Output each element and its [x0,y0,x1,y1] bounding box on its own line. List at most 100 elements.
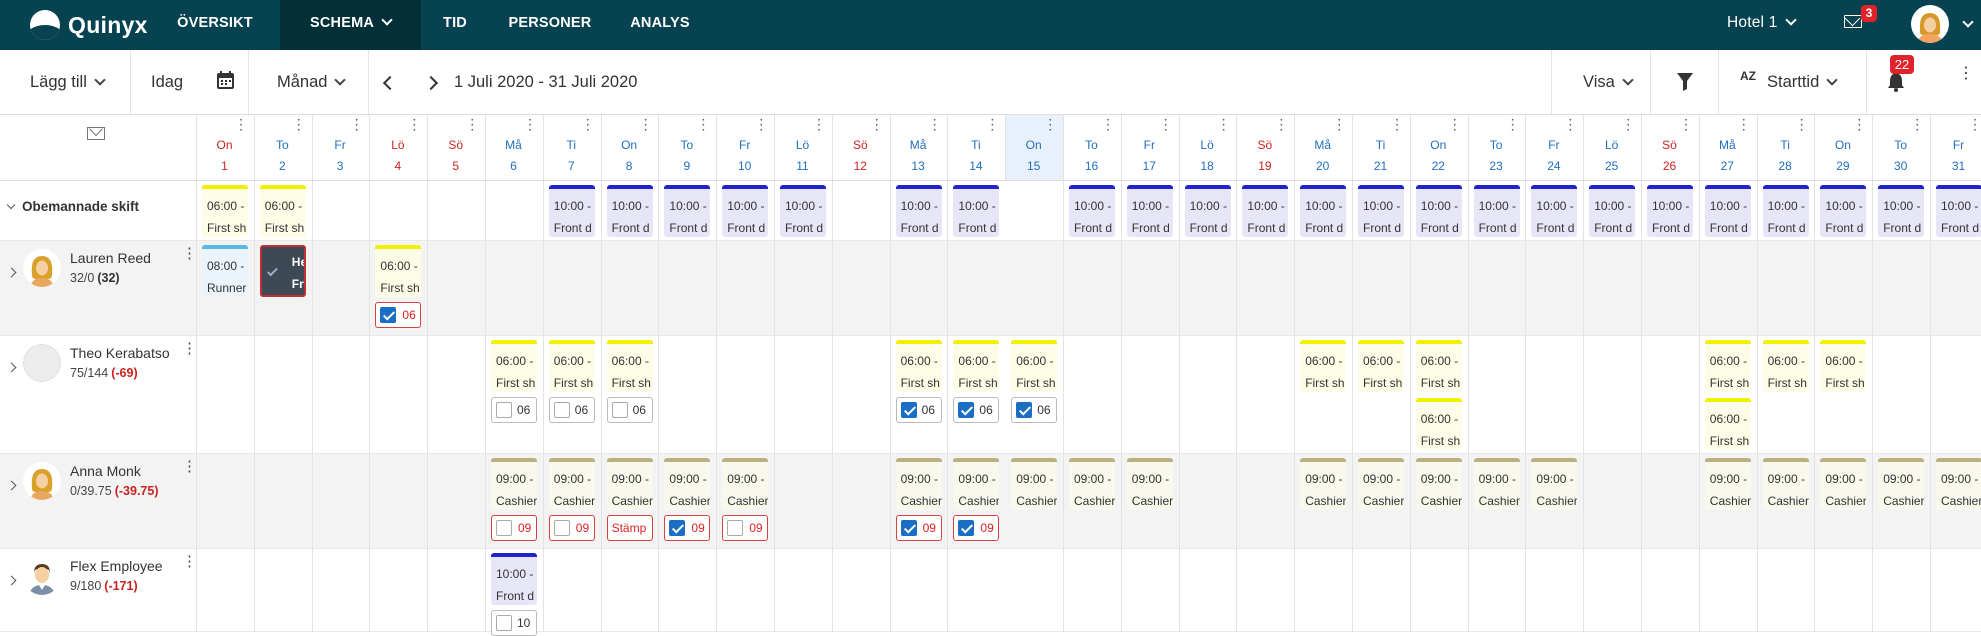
shift-card[interactable]: 06:00 - First sh [1358,340,1404,392]
day-menu-icon[interactable]: ⋮ [581,117,595,131]
shift-card[interactable]: 09:00 - Cashier [1300,458,1347,510]
day-menu-icon[interactable]: ⋮ [292,117,306,131]
shift-card[interactable]: 09:00 - Cashier [953,458,1000,510]
unassigned-toggle[interactable]: Obemannade skift [0,199,139,214]
shift-card[interactable]: 09:00 - Cashier [1358,458,1404,510]
day-menu-icon[interactable]: ⋮ [234,117,248,131]
checked-checkbox[interactable] [380,307,397,323]
employee-menu-icon[interactable]: ⋮ [182,554,197,569]
mail-icon[interactable] [1844,10,1862,28]
shift-card[interactable]: 10:00 - Front d [1647,185,1693,237]
day-header[interactable]: On 15 ⋮ [1005,117,1062,177]
time-stamp[interactable]: 06 [548,397,595,423]
checkbox[interactable] [496,402,512,418]
day-header[interactable]: To 16 ⋮ [1063,117,1120,177]
day-header[interactable]: On 1 ⋮ [196,117,253,177]
day-menu-icon[interactable]: ⋮ [1910,117,1924,131]
day-header[interactable]: Ti 28 ⋮ [1757,117,1814,177]
day-menu-icon[interactable]: ⋮ [985,117,999,131]
time-stamp[interactable]: 06 [895,397,942,423]
chevron-left-icon[interactable] [382,75,398,91]
time-stamp[interactable]: 09 [548,515,595,541]
shift-card[interactable]: 06:00 - First sh [1300,340,1347,392]
nav-tid[interactable]: TID [430,0,480,50]
chevron-right-icon[interactable] [6,480,17,491]
day-menu-icon[interactable]: ⋮ [1795,117,1809,131]
shift-card[interactable]: 06:00 - First sh [1820,340,1867,392]
time-stamp[interactable]: 06 [606,397,653,423]
shift-card[interactable]: 08:00 - Runner [202,245,248,297]
view-mode-select[interactable]: Månad [277,50,347,114]
day-menu-icon[interactable]: ⋮ [1563,117,1577,131]
day-header[interactable]: Sö 26 ⋮ [1641,117,1698,177]
day-menu-icon[interactable]: ⋮ [812,117,826,131]
shift-card[interactable]: 06:00 - First sh [1704,340,1751,392]
day-header[interactable]: On 29 ⋮ [1814,117,1871,177]
chevron-down-icon[interactable] [1962,16,1974,28]
chevron-right-icon[interactable] [6,267,17,278]
time-stamp[interactable]: 10 [491,610,537,636]
employee-avatar[interactable] [23,344,61,382]
day-menu-icon[interactable]: ⋮ [696,117,710,131]
employee-menu-icon[interactable]: ⋮ [182,341,197,356]
day-menu-icon[interactable]: ⋮ [523,117,537,131]
day-menu-icon[interactable]: ⋮ [407,117,421,131]
shift-card[interactable]: 09:00 - Cashier [1878,458,1925,510]
calendar-icon[interactable] [217,71,234,91]
day-header[interactable]: Sö 5 ⋮ [427,117,484,177]
quinyx-logo[interactable]: Quinyx [30,8,148,42]
shift-card[interactable]: 10:00 - Front d [1531,185,1578,237]
shift-card[interactable]: 09:00 - Cashier [491,458,537,510]
shift-card[interactable]: 10:00 - Front d [548,185,595,237]
message-all-icon[interactable] [87,121,105,140]
checked-checkbox[interactable] [958,402,975,418]
day-header[interactable]: Fr 3 ⋮ [312,117,369,177]
sort-select[interactable]: Starttid [1767,50,1838,114]
checkbox[interactable] [553,402,570,418]
day-header[interactable]: To 9 ⋮ [658,117,715,177]
day-menu-icon[interactable]: ⋮ [1390,117,1404,131]
day-header[interactable]: Ti 21 ⋮ [1352,117,1409,177]
employee-menu-icon[interactable]: ⋮ [182,246,197,261]
shift-card[interactable]: 09:00 - Cashier [1762,458,1809,510]
time-stamp[interactable]: 06 [953,397,1000,423]
time-stamp[interactable]: 09 [664,515,711,541]
time-stamp[interactable]: 09 [722,515,769,541]
shift-card[interactable]: 06:00 - First sh [202,185,248,237]
shift-card[interactable]: 10:00 - Front d [1184,185,1231,237]
time-stamp[interactable]: 06 [491,397,537,423]
shift-card[interactable]: 10:00 - Front d [1704,185,1751,237]
day-menu-icon[interactable]: ⋮ [639,117,653,131]
checkbox[interactable] [611,402,628,418]
nav-personer[interactable]: PERSONER [500,0,600,50]
day-header[interactable]: Sö 12 ⋮ [832,117,889,177]
shift-card[interactable]: 09:00 - Cashier [1936,458,1981,510]
shift-card[interactable]: 10:00 - Front d [1820,185,1867,237]
checked-checkbox[interactable] [669,520,686,536]
day-menu-icon[interactable]: ⋮ [870,117,884,131]
shift-card[interactable]: 09:00 - Cashier [1473,458,1520,510]
shift-card[interactable]: 09:00 - Cashier [606,458,653,510]
day-menu-icon[interactable]: ⋮ [1274,117,1288,131]
shift-card[interactable]: 09:00 - Cashier [722,458,769,510]
nav-schema[interactable]: SCHEMA [280,0,421,50]
shift-card[interactable]: 10:00 - Front d [1300,185,1347,237]
day-header[interactable]: Fr 31 ⋮ [1930,117,1981,177]
shift-card[interactable]: 06:00 - First sh [606,340,653,392]
shift-card[interactable]: 10:00 - Front d [1473,185,1520,237]
shift-card[interactable]: 09:00 - Cashier [664,458,711,510]
shift-card[interactable]: 06:00 - First sh [491,340,537,392]
chevron-right-icon[interactable] [6,575,17,586]
employee-name[interactable]: Flex Employee [70,558,163,574]
shift-card[interactable]: 10:00 - Front d [1762,185,1809,237]
shift-card[interactable]: 10:00 - Front d [1358,185,1404,237]
today-button[interactable]: Idag [151,50,183,114]
show-button[interactable]: Visa [1583,50,1634,114]
shift-card[interactable]: 10:00 - Front d [1415,185,1462,237]
shift-card[interactable]: 10:00 - Front d [895,185,942,237]
shift-card[interactable]: 09:00 - Cashier [1011,458,1058,510]
checkbox[interactable] [553,520,570,536]
shift-card[interactable]: 06:00 - First sh [1704,398,1751,450]
shift-card[interactable]: 06:00 - First sh [953,340,1000,392]
employee-name[interactable]: Anna Monk [70,463,141,479]
